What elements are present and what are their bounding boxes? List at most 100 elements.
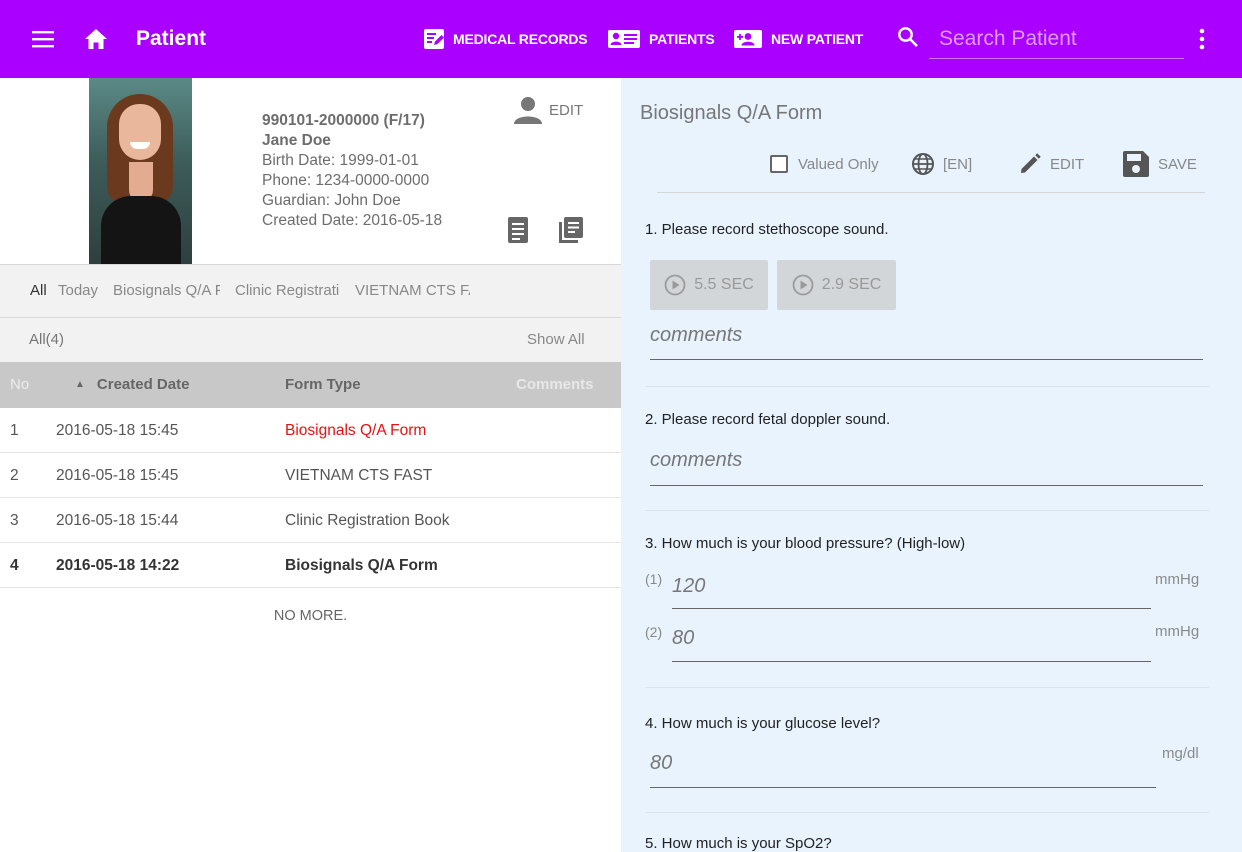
question-2: 2. Please record fetal doppler sound. [645, 411, 891, 428]
glucose-field[interactable]: 80 [650, 750, 1156, 788]
bp-index-1: (1) [645, 571, 663, 587]
patient-info: 990101-2000000 (F/17) Jane Doe Birth Dat… [262, 111, 442, 231]
patient-created-date: Created Date: 2016-05-18 [262, 212, 443, 229]
patient-birth-date: Birth Date: 1999-01-01 [262, 152, 419, 169]
patient-profile: 990101-2000000 (F/17) Jane Doe Birth Dat… [0, 78, 621, 264]
tab-clinic-registration[interactable]: Clinic Registration Book [235, 265, 339, 317]
documents-library-icon[interactable] [558, 216, 584, 249]
person-icon [513, 95, 543, 130]
play-circle-icon [792, 274, 814, 296]
column-comments[interactable]: Comments [516, 362, 594, 408]
row-no: 3 [10, 512, 19, 529]
audio-duration: 2.9 SEC [821, 276, 882, 293]
row-form-type: Clinic Registration Book [285, 512, 450, 529]
save-label: SAVE [1158, 155, 1197, 173]
language-label: [EN] [943, 155, 973, 173]
patients-icon [607, 28, 641, 50]
question-separator [645, 510, 1209, 511]
table-row[interactable]: 2 2016-05-18 15:45 VIETNAM CTS FAST [0, 453, 621, 498]
tab-biosignals[interactable]: Biosignals Q/A Form [113, 265, 220, 317]
audio-clip-button[interactable]: 2.9 SEC [777, 260, 896, 310]
pencil-icon [1018, 152, 1042, 176]
table-header: No ▲ Created Date Form Type Comments [0, 362, 621, 408]
new-patient-button[interactable]: NEW PATIENT [733, 0, 863, 78]
no-more-label: NO MORE. [273, 608, 348, 624]
checkbox-icon [770, 155, 788, 173]
row-created-date: 2016-05-18 15:44 [56, 512, 179, 529]
row-form-type: VIETNAM CTS FAST [285, 467, 433, 484]
form-pane: Biosignals Q/A Form Valued Only [EN] EDI… [621, 78, 1242, 852]
records-count-bar: All(4) Show All [0, 318, 621, 362]
column-form-type[interactable]: Form Type [285, 362, 361, 408]
q1-comments-field[interactable]: comments [650, 324, 1203, 360]
row-created-date: 2016-05-18 15:45 [56, 422, 179, 439]
show-all-button[interactable]: Show All [527, 318, 585, 362]
row-no: 2 [10, 467, 19, 484]
floppy-disk-icon [1122, 150, 1150, 178]
question-4: 4. How much is your glucose level? [645, 715, 881, 732]
audio-clip-button[interactable]: 5.5 SEC [650, 260, 768, 310]
medical-records-label: MEDICAL RECORDS [453, 31, 588, 47]
column-created-date-label: Created Date [96, 376, 190, 393]
form-filter-tabs: All Today Biosignals Q/A Form Clinic Reg… [0, 264, 621, 318]
new-patient-icon [733, 28, 763, 50]
glucose-unit: mg/dl [1162, 745, 1199, 762]
table-row[interactable]: 1 2016-05-18 15:45 Biosignals Q/A Form [0, 408, 621, 453]
save-button[interactable]: SAVE [1122, 144, 1197, 184]
search-icon [897, 26, 919, 53]
tab-all[interactable]: All [30, 265, 54, 317]
patient-name: Jane Doe [262, 132, 331, 149]
records-count: All(4) [29, 331, 65, 348]
row-created-date: 2016-05-18 15:45 [56, 467, 179, 484]
patients-button[interactable]: PATIENTS [607, 0, 715, 78]
question-5: 5. How much is your SpO2? [645, 835, 832, 852]
medical-records-icon [423, 28, 445, 50]
new-patient-label: NEW PATIENT [771, 31, 864, 47]
patient-id: 990101-2000000 (F/17) [262, 112, 425, 129]
row-form-type: Biosignals Q/A Form [285, 422, 427, 439]
column-created-date[interactable]: ▲ Created Date [75, 362, 189, 408]
play-circle-icon [664, 274, 686, 296]
question-1: 1. Please record stethoscope sound. [645, 221, 889, 238]
search-input[interactable] [929, 20, 1184, 59]
row-no: 4 [10, 557, 19, 574]
app-bar: Patient MEDICAL RECORDS PATIENTS NEW PAT… [0, 0, 1242, 78]
bp-low-unit: mmHg [1155, 623, 1200, 640]
language-button[interactable]: [EN] [911, 144, 972, 184]
question-separator [645, 687, 1209, 688]
audio-duration: 5.5 SEC [694, 276, 754, 293]
edit-patient-label: EDIT [549, 102, 584, 119]
globe-icon [911, 152, 935, 176]
valued-only-label: Valued Only [798, 155, 879, 173]
patient-phone: Phone: 1234-0000-0000 [262, 172, 430, 189]
document-icon[interactable] [507, 216, 529, 249]
menu-icon[interactable] [30, 0, 56, 78]
edit-patient-button[interactable]: EDIT [513, 95, 583, 130]
q2-comments-field[interactable]: comments [650, 449, 1203, 486]
row-created-date: 2016-05-18 14:22 [56, 557, 180, 574]
tab-today[interactable]: Today [58, 265, 108, 317]
bp-low-field[interactable]: 80 [672, 625, 1151, 662]
home-icon[interactable] [83, 0, 109, 78]
table-row[interactable]: 4 2016-05-18 14:22 Biosignals Q/A Form [0, 543, 621, 588]
bp-high-unit: mmHg [1155, 571, 1200, 588]
bp-high-field[interactable]: 120 [672, 573, 1151, 609]
tab-vietnam-cts[interactable]: VIETNAM CTS FAST [355, 265, 470, 317]
page-title: Patient [136, 27, 207, 50]
edit-form-button[interactable]: EDIT [1018, 144, 1084, 184]
question-separator [645, 386, 1209, 387]
patients-label: PATIENTS [649, 31, 715, 47]
edit-form-label: EDIT [1050, 155, 1085, 173]
patient-photo [89, 78, 192, 264]
column-no[interactable]: No [10, 362, 29, 408]
medical-records-button[interactable]: MEDICAL RECORDS [423, 0, 588, 78]
search-box [897, 20, 1184, 60]
table-row[interactable]: 3 2016-05-18 15:44 Clinic Registration B… [0, 498, 621, 543]
form-title: Biosignals Q/A Form [640, 102, 823, 124]
patient-pane: 990101-2000000 (F/17) Jane Doe Birth Dat… [0, 78, 621, 852]
valued-only-checkbox[interactable]: Valued Only [770, 144, 879, 184]
bp-index-2: (2) [645, 624, 663, 640]
more-options-icon[interactable] [1190, 0, 1214, 78]
toolbar-divider [657, 192, 1205, 193]
sort-ascending-icon: ▲ [75, 379, 85, 390]
